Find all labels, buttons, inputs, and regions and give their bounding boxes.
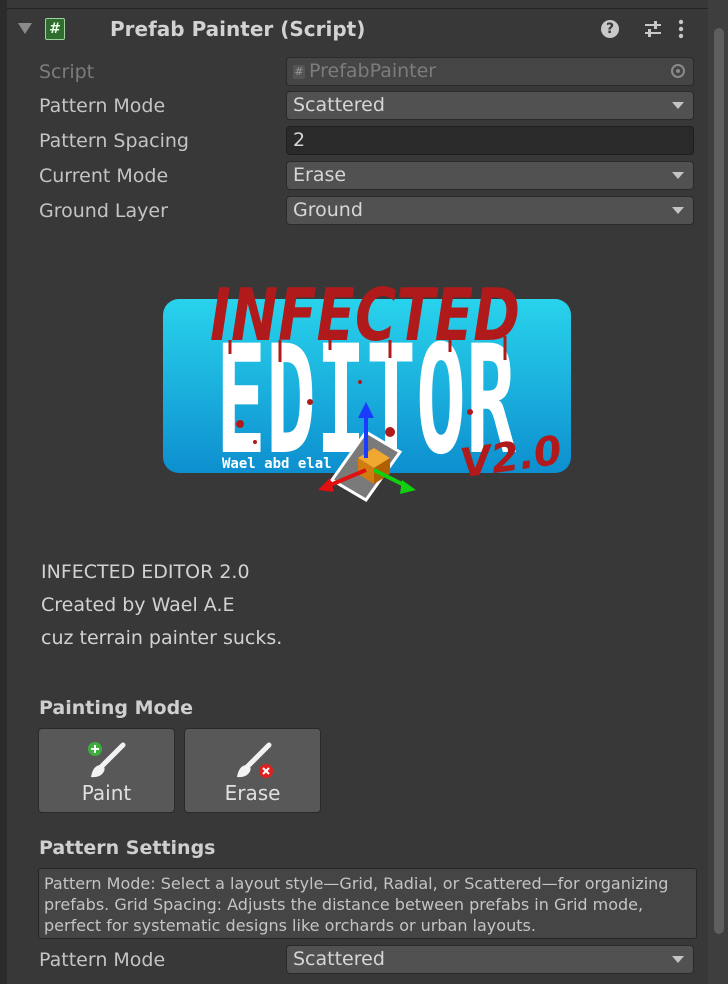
pattern-mode-row-2: Pattern Mode Scattered xyxy=(39,945,699,975)
more-icon[interactable] xyxy=(677,19,685,39)
script-icon: # xyxy=(45,18,65,40)
current-mode-dropdown[interactable]: Erase xyxy=(286,161,694,190)
pattern-mode-dropdown[interactable]: Scattered xyxy=(286,91,694,120)
ground-layer-dropdown[interactable]: Ground xyxy=(286,196,694,225)
paint-button-label: Paint xyxy=(81,781,132,805)
chevron-down-icon xyxy=(672,956,684,963)
info-line-1: INFECTED EDITOR 2.0 xyxy=(41,561,250,583)
pattern-mode-row: Pattern Mode Scattered xyxy=(39,91,699,121)
chevron-down-icon xyxy=(672,172,684,179)
current-mode-label: Current Mode xyxy=(39,165,169,187)
ground-layer-value: Ground xyxy=(293,199,363,221)
script-label: Script xyxy=(39,61,95,83)
scrollbar-thumb[interactable] xyxy=(714,28,724,934)
component-header[interactable]: # Prefab Painter (Script) ? xyxy=(7,8,708,49)
script-object-field[interactable]: # PrefabPainter xyxy=(286,57,694,86)
painting-mode-title: Painting Mode xyxy=(39,697,194,719)
paint-brush-remove-icon xyxy=(237,742,273,778)
info-line-2: Created by Wael A.E xyxy=(41,594,235,616)
paint-brush-add-icon xyxy=(88,742,126,778)
ground-layer-label: Ground Layer xyxy=(39,200,168,222)
script-value: PrefabPainter xyxy=(309,60,437,82)
object-picker-icon[interactable] xyxy=(671,64,685,78)
script-icon: # xyxy=(293,64,305,79)
pattern-spacing-label: Pattern Spacing xyxy=(39,130,189,152)
infected-editor-logo: EDITOR INFECTED Wael abd elal V2.0 xyxy=(163,273,571,502)
script-row: Script # PrefabPainter xyxy=(39,57,699,87)
component-title: Prefab Painter (Script) xyxy=(110,17,366,41)
presets-icon[interactable] xyxy=(643,19,663,39)
logo-byline: Wael abd elal xyxy=(222,456,332,472)
vertical-scrollbar[interactable] xyxy=(708,0,728,984)
pattern-spacing-input[interactable]: 2 xyxy=(286,126,694,155)
pattern-help-box: Pattern Mode: Select a layout style—Grid… xyxy=(38,868,697,939)
pattern-settings-title: Pattern Settings xyxy=(39,837,216,859)
pattern-mode-label-2: Pattern Mode xyxy=(39,949,166,971)
left-panel-edge xyxy=(0,0,7,984)
pattern-mode-dropdown-2[interactable]: Scattered xyxy=(286,945,694,974)
pattern-mode-value: Scattered xyxy=(293,94,385,116)
foldout-arrow-icon[interactable] xyxy=(18,23,32,34)
pattern-mode-label: Pattern Mode xyxy=(39,95,166,117)
pattern-mode-value-2: Scattered xyxy=(293,948,385,970)
info-line-3: cuz terrain painter sucks. xyxy=(41,627,283,649)
logo-top-text: INFECTED xyxy=(210,273,520,357)
pattern-spacing-row: Pattern Spacing 2 xyxy=(39,126,699,156)
current-mode-row: Current Mode Erase xyxy=(39,161,699,191)
help-icon[interactable]: ? xyxy=(601,20,619,38)
chevron-down-icon xyxy=(672,207,684,214)
ground-layer-row: Ground Layer Ground xyxy=(39,196,699,226)
current-mode-value: Erase xyxy=(293,164,347,186)
erase-button[interactable]: Erase xyxy=(184,728,321,813)
chevron-down-icon xyxy=(672,102,684,109)
pattern-spacing-value: 2 xyxy=(293,129,306,151)
erase-button-label: Erase xyxy=(224,781,281,805)
paint-button[interactable]: Paint xyxy=(38,728,175,813)
